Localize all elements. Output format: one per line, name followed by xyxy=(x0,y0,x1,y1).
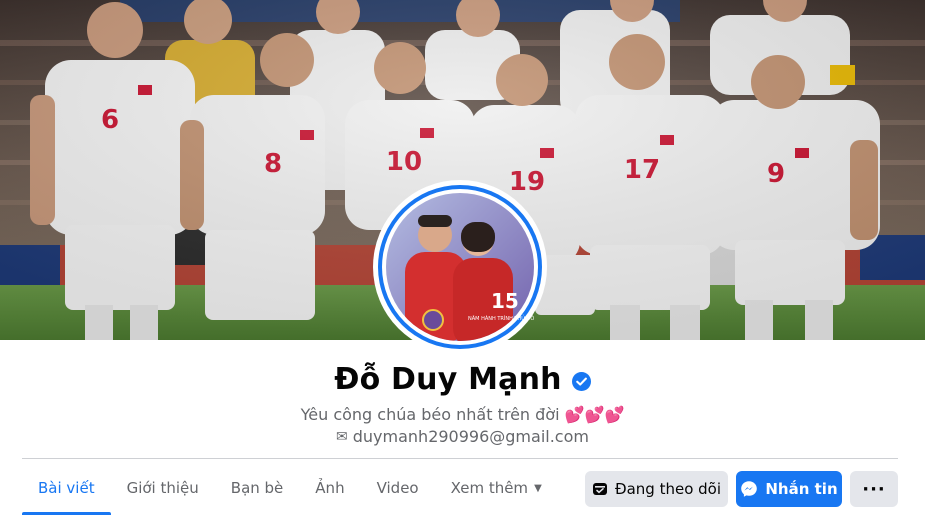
message-label: Nhắn tin xyxy=(765,480,838,498)
tab-label: Bài viết xyxy=(38,478,95,497)
mail-icon: ✉ xyxy=(336,428,348,445)
caret-down-icon: ▼ xyxy=(534,483,542,494)
more-dots-icon: ··· xyxy=(862,478,886,500)
tab-more[interactable]: Xem thêm ▼ xyxy=(435,460,558,515)
profile-avatar[interactable]: 15 NĂM HÀNH TRÌNH THỦ ĐÔ xyxy=(373,180,547,354)
avatar-badge-number: 15 xyxy=(491,289,519,313)
following-label: Đang theo dõi xyxy=(614,480,722,498)
message-button[interactable]: Nhắn tin xyxy=(736,471,842,507)
tab-label: Bạn bè xyxy=(230,478,284,497)
tab-label: Ảnh xyxy=(315,478,345,497)
avatar-badge-caption: NĂM HÀNH TRÌNH THỦ ĐÔ xyxy=(468,314,534,322)
more-options-button[interactable]: ··· xyxy=(850,471,898,507)
profile-tabs: Bài viết Giới thiệu Bạn bè Ảnh Video Xem… xyxy=(22,460,558,515)
tab-posts[interactable]: Bài viết xyxy=(22,460,111,515)
tab-label: Video xyxy=(376,478,419,497)
tab-friends[interactable]: Bạn bè xyxy=(215,460,300,515)
tab-about[interactable]: Giới thiệu xyxy=(111,460,215,515)
profile-email-row: ✉ duymanh290996@gmail.com xyxy=(0,427,925,446)
tab-label: Giới thiệu xyxy=(126,478,199,497)
tab-photos[interactable]: Ảnh xyxy=(299,460,360,515)
verified-badge-icon xyxy=(571,372,591,391)
tab-label: Xem thêm xyxy=(450,478,529,497)
profile-bio: Yêu công chúa béo nhất trên đời 💕💕💕 xyxy=(300,405,625,424)
profile-name-row: Đỗ Duy Mạnh xyxy=(0,362,925,397)
profile-email[interactable]: duymanh290996@gmail.com xyxy=(353,427,589,446)
header-divider xyxy=(22,458,898,459)
messenger-icon xyxy=(741,481,758,497)
following-button[interactable]: Đang theo dõi xyxy=(585,471,728,507)
following-check-icon xyxy=(592,483,607,495)
profile-name: Đỗ Duy Mạnh xyxy=(334,362,562,397)
tab-videos[interactable]: Video xyxy=(361,460,435,515)
